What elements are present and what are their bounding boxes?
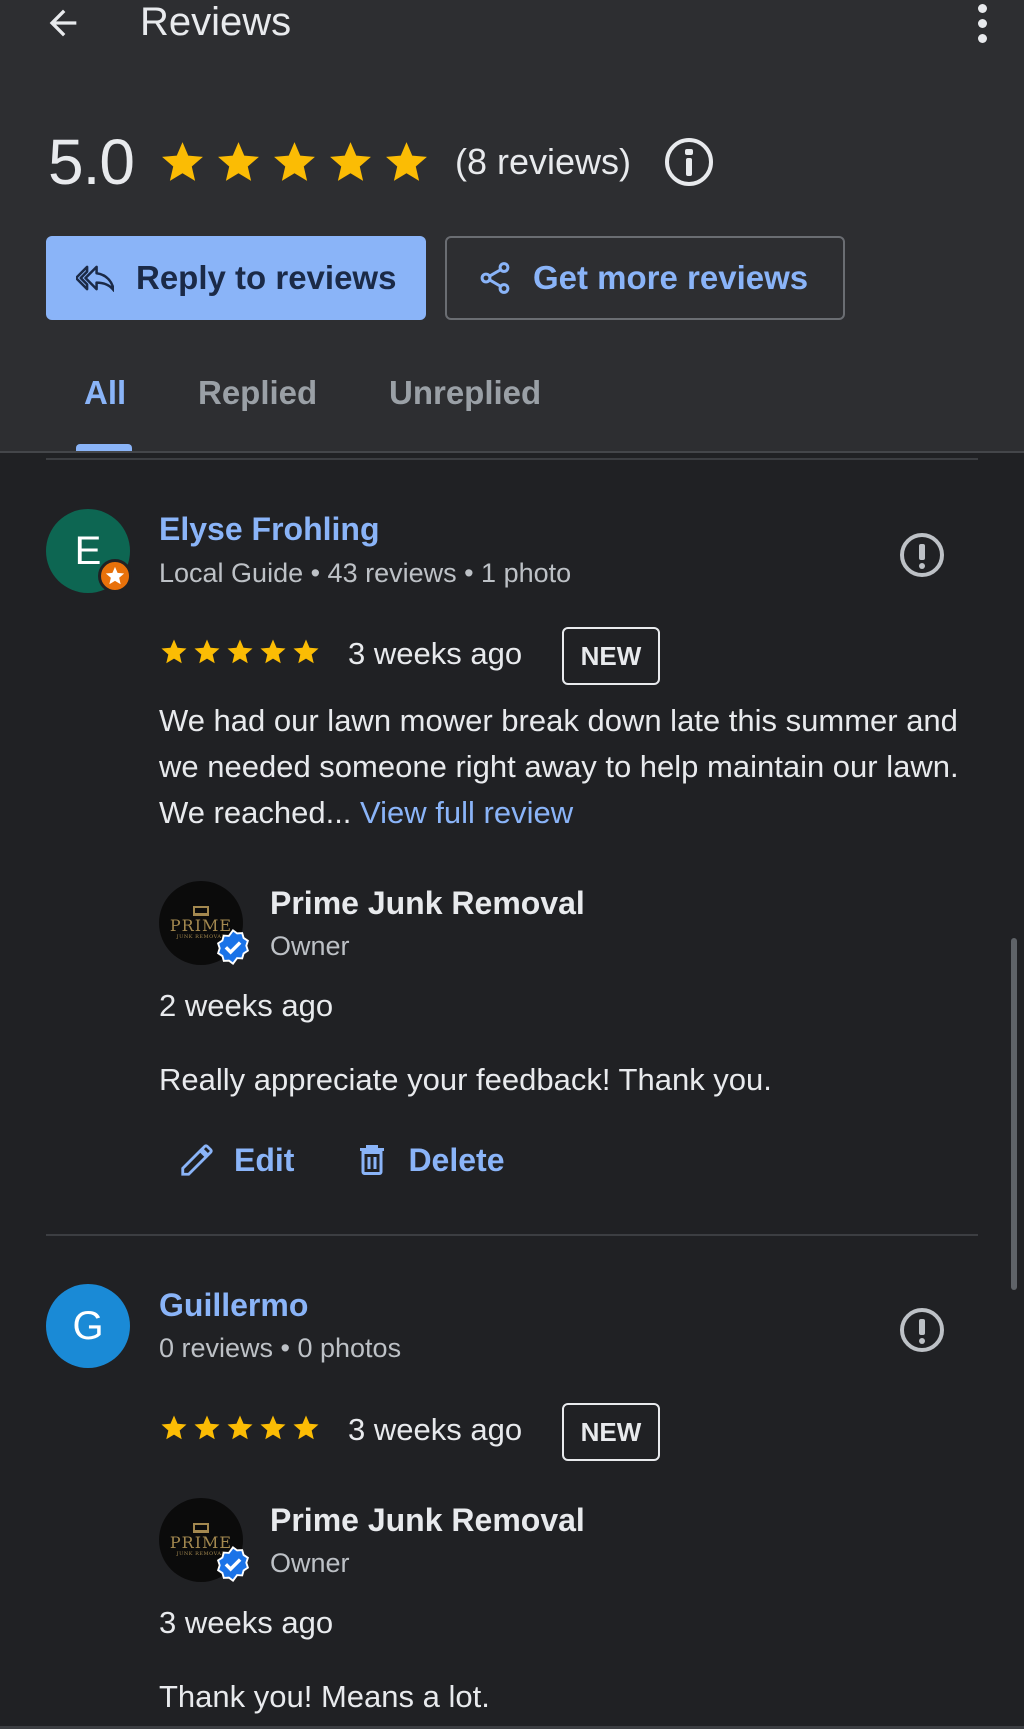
delete-reply-button[interactable]: Delete [354, 1141, 504, 1179]
report-review-icon[interactable] [900, 1308, 944, 1352]
share-icon [480, 262, 510, 294]
reply-text: Thank you! Means a lot. [159, 1679, 490, 1714]
reply-all-icon [76, 265, 114, 292]
scrollbar[interactable] [1011, 938, 1017, 1290]
review-filter-tabs: All Replied Unreplied [0, 360, 1024, 452]
tab-replied[interactable]: Replied [198, 374, 317, 412]
review-time: 3 weeks ago [348, 1412, 523, 1447]
reviews-screen: Reviews 5.0 (8 reviews) Reply to reviews [0, 0, 1024, 1729]
rating-summary: 5.0 (8 reviews) [48, 122, 713, 202]
reviewer-meta: 0 reviews • 0 photos [159, 1333, 402, 1363]
review-stars [159, 1413, 321, 1443]
reply-to-reviews-label: Reply to reviews [136, 259, 397, 296]
star-icon [227, 1415, 253, 1440]
owner-role: Owner [270, 931, 350, 961]
header-actions: Reply to reviews Get more reviews [46, 236, 845, 320]
average-rating: 5.0 [48, 126, 135, 198]
divider [46, 1234, 978, 1236]
reviewer-name[interactable]: Elyse Frohling [159, 511, 379, 548]
new-badge: NEW [562, 627, 660, 685]
get-more-reviews-button[interactable]: Get more reviews [445, 236, 845, 320]
star-icon [386, 141, 427, 181]
more-options-icon[interactable] [968, 0, 996, 46]
reply-to-reviews-button[interactable]: Reply to reviews [46, 236, 426, 320]
review-time: 3 weeks ago [348, 636, 523, 671]
view-full-review-link[interactable]: View full review [360, 795, 573, 830]
delete-label: Delete [408, 1141, 505, 1178]
edit-label: Edit [234, 1141, 295, 1178]
star-icon [274, 141, 315, 181]
star-icon [161, 1415, 187, 1440]
owner-name: Prime Junk Removal [270, 885, 585, 921]
header-divider [0, 451, 1024, 453]
review-count: (8 reviews) [454, 141, 631, 182]
owner-name: Prime Junk Removal [270, 1502, 585, 1538]
rating-stars [158, 138, 431, 187]
verified-badge-icon [216, 929, 250, 965]
star-icon [161, 639, 187, 664]
divider [46, 458, 978, 460]
reviewer-name[interactable]: Guillermo [159, 1287, 308, 1324]
edit-reply-button[interactable]: Edit [178, 1141, 294, 1179]
review-text: We had our lawn mower break down late th… [159, 698, 979, 836]
tab-all[interactable]: All [84, 374, 126, 412]
crown-icon [193, 1523, 209, 1533]
pencil-icon [181, 1144, 213, 1176]
star-icon [194, 1415, 220, 1440]
reviews-header: Reviews 5.0 (8 reviews) Reply to reviews [0, 0, 1024, 453]
crown-icon [193, 906, 209, 916]
reply-time: 2 weeks ago [159, 988, 334, 1023]
back-arrow-icon[interactable] [38, 0, 88, 46]
star-icon [260, 1415, 286, 1440]
verified-badge-icon [216, 1546, 250, 1582]
reply-text: Really appreciate your feedback! Thank y… [159, 1062, 772, 1097]
info-icon[interactable] [665, 138, 713, 186]
reply-time: 3 weeks ago [159, 1605, 334, 1640]
top-app-bar: Reviews [0, 0, 1024, 48]
star-icon [260, 639, 286, 664]
get-more-reviews-label: Get more reviews [533, 259, 809, 296]
star-icon [293, 639, 319, 664]
star-icon [330, 141, 371, 181]
star-icon [194, 639, 220, 664]
tab-unreplied[interactable]: Unreplied [389, 374, 541, 412]
star-icon [218, 141, 259, 181]
star-icon [227, 639, 253, 664]
avatar[interactable]: G [46, 1284, 130, 1368]
report-review-icon[interactable] [900, 533, 944, 577]
star-icon [162, 141, 203, 181]
reply-actions: Edit Delete [178, 1141, 504, 1179]
new-badge: NEW [562, 1403, 660, 1461]
reviewer-meta: Local Guide • 43 reviews • 1 photo [159, 558, 572, 588]
star-icon [293, 1415, 319, 1440]
owner-role: Owner [270, 1548, 350, 1578]
trash-icon [360, 1145, 385, 1175]
local-guide-badge-icon [98, 559, 132, 593]
page-title: Reviews [140, 0, 292, 44]
review-stars [159, 637, 321, 667]
